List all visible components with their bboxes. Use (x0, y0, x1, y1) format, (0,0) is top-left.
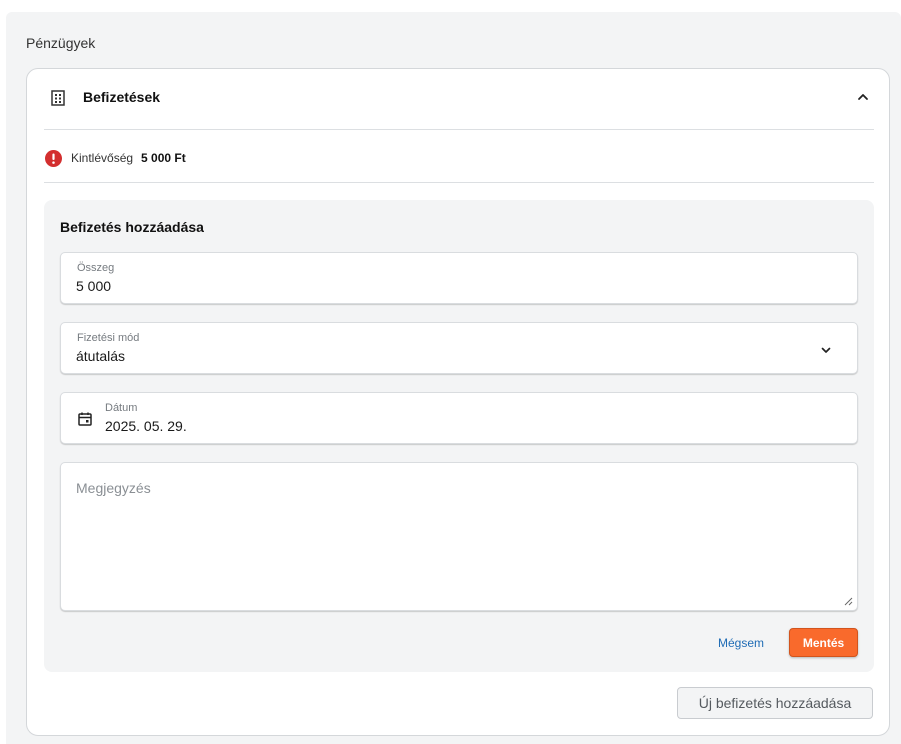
payment-method-label: Fizetési mód (77, 332, 140, 344)
note-textarea[interactable]: Megjegyzés (60, 462, 858, 611)
chevron-up-icon[interactable] (855, 89, 871, 105)
alert-circle-icon (45, 149, 62, 167)
date-value[interactable]: 2025. 05. 29. (105, 418, 187, 434)
section-title: Pénzügyek (26, 35, 96, 51)
balance-label: Kintlévőség (71, 151, 134, 165)
resize-handle-icon[interactable] (843, 596, 853, 606)
date-field[interactable]: Dátum 2025. 05. 29. (60, 392, 858, 444)
outstanding-balance: Kintlévőség 5 000 Ft (45, 149, 186, 167)
payment-method-value[interactable]: átutalás (76, 348, 125, 364)
card-title: Befizetések (83, 89, 161, 105)
amount-label: Összeg (77, 262, 115, 274)
payments-card: Befizetések Kintlévőség 5 000 Ft Befizet… (26, 68, 890, 736)
balance-divider (44, 182, 874, 183)
add-new-payment-button[interactable]: Új befizetés hozzáadása (677, 687, 873, 719)
payment-method-select[interactable]: Fizetési mód átutalás (60, 322, 858, 374)
date-label: Dátum (105, 402, 138, 414)
form-title: Befizetés hozzáadása (60, 219, 204, 235)
save-button[interactable]: Mentés (789, 628, 858, 657)
chevron-down-icon[interactable] (819, 343, 833, 357)
balance-value: 5 000 Ft (141, 151, 186, 165)
calendar-icon[interactable] (77, 411, 93, 427)
payments-card-header[interactable]: Befizetések (27, 69, 889, 129)
header-divider (44, 129, 874, 130)
amount-value[interactable]: 5 000 (76, 278, 111, 294)
cancel-button[interactable]: Mégsem (708, 628, 774, 658)
note-placeholder: Megjegyzés (76, 480, 151, 496)
amount-field[interactable]: Összeg 5 000 (60, 252, 858, 304)
finance-section: Pénzügyek Befizetések Kintlévőség 5 000 … (6, 12, 901, 744)
add-payment-form: Befizetés hozzáadása Összeg 5 000 Fizeté… (44, 200, 874, 672)
building-icon (51, 90, 65, 106)
